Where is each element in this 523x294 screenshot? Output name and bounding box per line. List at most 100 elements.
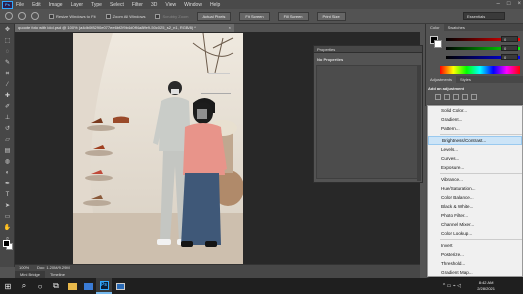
curves-adjust-icon[interactable] <box>453 94 459 100</box>
start-icon[interactable]: ⊞ <box>0 278 16 294</box>
task-view-icon[interactable]: ⧉ <box>48 278 64 294</box>
minimize-button[interactable]: – <box>497 1 500 7</box>
eraser-tool-icon[interactable]: ▱ <box>3 136 12 145</box>
tab-timeline[interactable]: Timeline <box>45 271 70 278</box>
lasso-tool-icon[interactable]: ◌ <box>3 48 12 57</box>
clock-date: 2/28/2021 <box>477 286 495 291</box>
taskbar-clock[interactable]: 8:42 AM 2/28/2021 <box>477 280 495 292</box>
menu-edit[interactable]: Edit <box>32 2 41 8</box>
menu-item-brightness-contrast[interactable]: Brightness/Contrast... <box>428 136 522 145</box>
menu-type[interactable]: Type <box>91 2 102 8</box>
file-explorer-icon[interactable] <box>64 278 80 294</box>
menu-image[interactable]: Image <box>49 2 63 8</box>
menu-filter[interactable]: Filter <box>132 2 143 8</box>
menu-item-photo-filter[interactable]: Photo Filter... <box>428 211 522 220</box>
close-button[interactable]: × <box>517 1 521 7</box>
menu-item-curves[interactable]: Curves... <box>428 154 522 163</box>
menu-layer[interactable]: Layer <box>71 2 84 8</box>
zoom-all-windows-label: Zoom All Windows <box>112 13 146 19</box>
eyedropper-tool-icon[interactable]: ⁄ <box>3 81 12 90</box>
properties-panel-title[interactable]: Properties <box>314 46 422 53</box>
menu-item-color-balance[interactable]: Color Balance... <box>428 193 522 202</box>
print-size-button[interactable]: Print Size <box>316 11 346 21</box>
menu-item-gradient[interactable]: Gradient... <box>428 115 522 124</box>
menu-3d[interactable]: 3D <box>151 2 157 8</box>
quick-select-tool-icon[interactable]: ✎ <box>3 59 12 68</box>
menu-select[interactable]: Select <box>110 2 124 8</box>
dodge-tool-icon[interactable]: ◐ <box>3 169 12 178</box>
menu-item-pattern[interactable]: Pattern... <box>428 124 522 133</box>
cortana-icon[interactable]: ○ <box>32 278 48 294</box>
menu-item-color-lookup[interactable]: Color Lookup... <box>428 229 522 238</box>
windows-taskbar: ⊞ ⌕ ○ ⧉ Ps ^ ▭ ⌁ ◁ 8:42 AM 2/28/2021 <box>0 278 523 294</box>
color-ramp[interactable] <box>440 66 520 74</box>
close-document-icon[interactable]: × <box>229 24 231 32</box>
green-value[interactable]: 0 <box>501 45 518 51</box>
document-tab[interactable]: quoote foto with idol.psd @ 100% (a4db0f… <box>15 24 234 32</box>
red-value[interactable]: 0 <box>501 36 518 42</box>
system-tray-icons[interactable]: ^ ▭ ⌁ ◁ <box>443 283 461 289</box>
maximize-button[interactable]: □ <box>507 1 511 7</box>
menu-item-vibrance[interactable]: Vibrance... <box>428 175 522 184</box>
tab-color[interactable]: Color <box>426 24 444 31</box>
zoom-in-icon[interactable] <box>18 12 26 20</box>
menu-item-threshold[interactable]: Threshold... <box>428 259 522 268</box>
stamp-tool-icon[interactable]: ⊥ <box>3 114 12 123</box>
fill-screen-button[interactable]: Fill Screen <box>277 11 309 21</box>
menu-item-solid-color[interactable]: Solid Color... <box>428 106 522 115</box>
menu-item-black-white[interactable]: Black & White... <box>428 202 522 211</box>
workspace-select[interactable]: Essentials <box>463 12 505 20</box>
menu-item-exposure[interactable]: Exposure... <box>428 163 522 172</box>
tab-swatches[interactable]: Swatches <box>444 24 469 31</box>
search-icon[interactable]: ⌕ <box>16 278 32 294</box>
menu-item-levels[interactable]: Levels... <box>428 145 522 154</box>
menu-view[interactable]: View <box>165 2 176 8</box>
scrubby-zoom-checkbox[interactable] <box>155 13 161 19</box>
photos-icon[interactable] <box>112 278 128 294</box>
crop-tool-icon[interactable]: ⌗ <box>3 70 12 79</box>
options-bar: Resize Windows to Fit Zoom All Windows S… <box>0 9 523 24</box>
path-select-tool-icon[interactable]: ➤ <box>3 202 12 211</box>
move-tool-icon[interactable]: ✥ <box>3 26 12 35</box>
actual-pixels-button[interactable]: Actual Pixels <box>196 11 232 21</box>
healing-tool-icon[interactable]: ✚ <box>3 92 12 101</box>
menu-item-posterize[interactable]: Posterize... <box>428 250 522 259</box>
shape-tool-icon[interactable]: ▭ <box>3 213 12 222</box>
menu-help[interactable]: Help <box>210 2 220 8</box>
blur-tool-icon[interactable]: ◍ <box>3 158 12 167</box>
scrubby-zoom-label: Scrubby Zoom <box>162 13 189 19</box>
adjustment-layer-menu: Solid Color... Gradient... Pattern... Br… <box>427 105 523 284</box>
hand-tool-icon[interactable]: ✋ <box>3 224 12 233</box>
zoom-tool-icon[interactable] <box>5 12 13 20</box>
menu-file[interactable]: File <box>16 2 24 8</box>
type-tool-icon[interactable]: T <box>3 191 12 200</box>
photoshop-taskbar-button[interactable]: Ps <box>96 278 112 294</box>
brush-tool-icon[interactable]: ✐ <box>3 103 12 112</box>
menu-item-channel-mixer[interactable]: Channel Mixer... <box>428 220 522 229</box>
properties-scrollbar[interactable] <box>417 65 421 181</box>
history-brush-icon[interactable]: ↺ <box>3 125 12 134</box>
properties-body <box>316 65 418 179</box>
mail-icon[interactable] <box>80 278 96 294</box>
foreground-color-swatch[interactable] <box>3 240 10 247</box>
levels-adjust-icon[interactable] <box>444 94 450 100</box>
tab-adjustments[interactable]: Adjustments <box>426 76 457 83</box>
menu-window[interactable]: Window <box>184 2 202 8</box>
menu-item-invert[interactable]: Invert <box>428 241 522 250</box>
tab-styles[interactable]: Styles <box>456 76 475 83</box>
zoom-all-windows-checkbox[interactable] <box>105 13 111 19</box>
bg-color-chip[interactable] <box>434 40 442 48</box>
marquee-tool-icon[interactable]: ⬚ <box>3 37 12 46</box>
vibrance-adjust-icon[interactable] <box>471 94 477 100</box>
blue-value[interactable]: 0 <box>501 54 518 60</box>
tab-mini-bridge[interactable]: Mini Bridge <box>15 271 46 278</box>
fit-screen-button[interactable]: Fit Screen <box>239 11 270 21</box>
menu-item-hue-saturation[interactable]: Hue/Saturation... <box>428 184 522 193</box>
menu-item-gradient-map[interactable]: Gradient Map... <box>428 268 522 277</box>
gradient-tool-icon[interactable]: ▤ <box>3 147 12 156</box>
resize-windows-checkbox[interactable] <box>49 13 54 19</box>
brightness-adjust-icon[interactable] <box>435 94 441 100</box>
exposure-adjust-icon[interactable] <box>462 94 468 100</box>
pen-tool-icon[interactable]: ✒ <box>3 180 12 189</box>
zoom-out-icon[interactable] <box>31 12 39 20</box>
